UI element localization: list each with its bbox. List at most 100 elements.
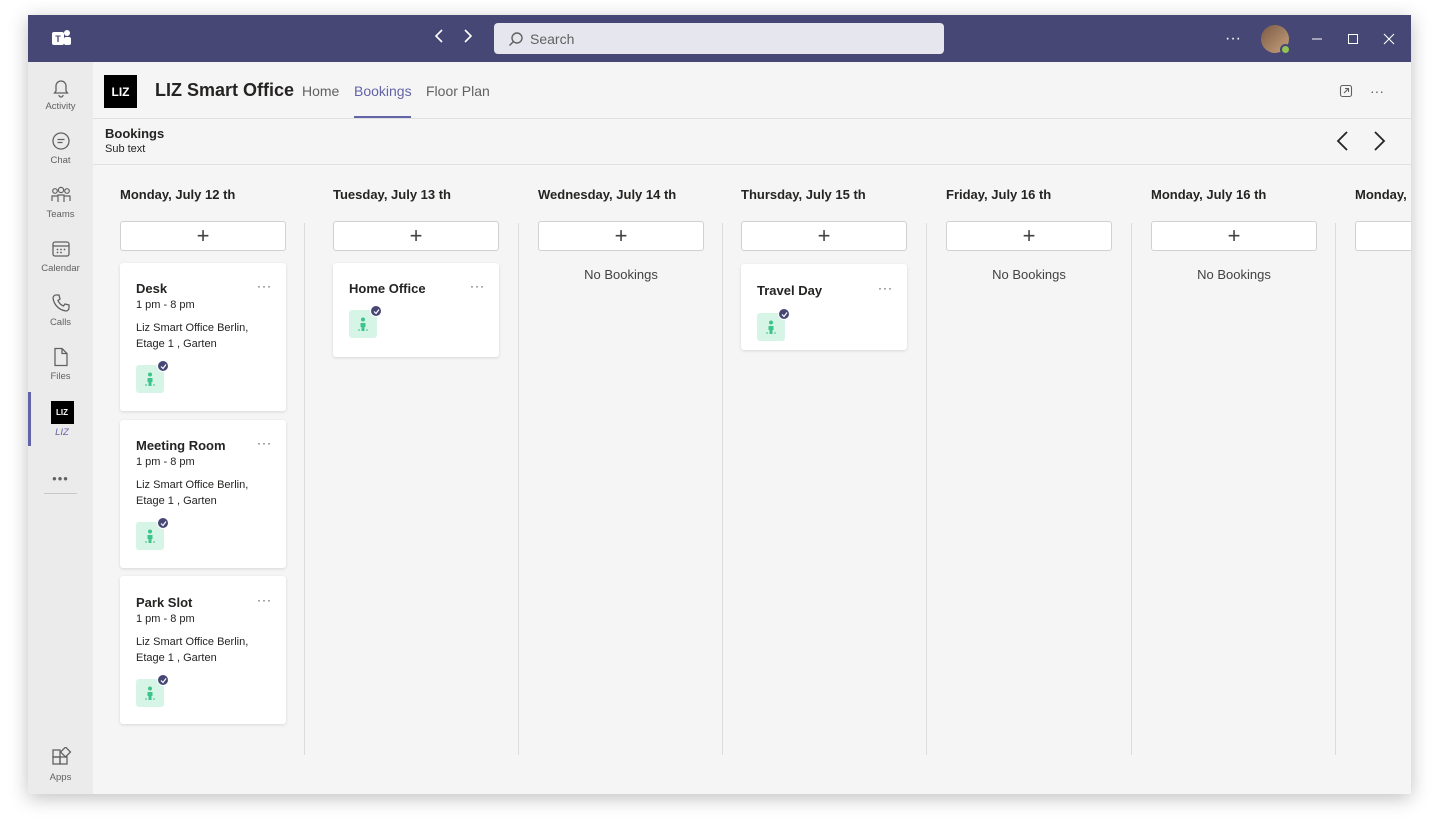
check-badge-icon — [157, 674, 169, 686]
rail-item-liz[interactable]: LIZ LIZ — [28, 392, 93, 446]
booking-title: Travel Day — [757, 283, 823, 298]
svg-text:T: T — [55, 34, 61, 44]
close-button[interactable] — [1371, 15, 1407, 62]
app-title: LIZ Smart Office — [155, 80, 295, 100]
liz-icon: LIZ — [50, 400, 74, 424]
booking-card-travel-day[interactable]: Travel Day ··· — [741, 264, 907, 350]
booking-time: 1 pm - 8 pm — [136, 613, 195, 625]
teams-window: T Search ··· Activity Chat Teams Calenda… — [28, 15, 1411, 794]
day-column: Monday, — [1355, 165, 1411, 794]
bookings-board: Monday, July 12 th + Desk ··· 1 pm - 8 p… — [93, 165, 1411, 794]
rail-item-chat[interactable]: Chat — [28, 121, 93, 175]
add-booking-button[interactable]: + — [946, 221, 1112, 251]
day-column: Friday, July 16 th + No Bookings — [946, 165, 1150, 794]
rail-label: LIZ — [55, 426, 69, 438]
day-title: Monday, July 16 th — [1151, 187, 1267, 202]
add-booking-button[interactable]: + — [1151, 221, 1317, 251]
header-more-button[interactable]: ··· — [1368, 82, 1386, 100]
no-bookings-text: No Bookings — [992, 267, 1066, 282]
booking-card-desk[interactable]: Desk ··· 1 pm - 8 pm Liz Smart Office Be… — [120, 263, 286, 411]
day-column: Monday, July 16 th + No Bookings — [1151, 165, 1355, 794]
column-divider — [926, 223, 927, 755]
calendar-icon — [51, 241, 70, 257]
column-divider — [304, 223, 305, 755]
person-icon — [145, 372, 155, 386]
rail-item-calendar[interactable]: Calendar — [28, 229, 93, 283]
booking-card-park-slot[interactable]: Park Slot ··· 1 pm - 8 pm Liz Smart Offi… — [120, 576, 286, 724]
minimize-button[interactable] — [1299, 15, 1335, 62]
add-booking-button[interactable]: + — [538, 221, 704, 251]
search-icon — [509, 31, 523, 46]
file-icon — [53, 347, 68, 367]
booking-more-button[interactable]: ··· — [257, 436, 272, 450]
rail-item-activity[interactable]: Activity — [28, 67, 93, 121]
booking-more-button[interactable]: ··· — [470, 279, 485, 293]
checked-in-status — [136, 517, 169, 550]
person-icon — [358, 317, 368, 331]
section-title: Bookings — [105, 126, 165, 141]
rail-item-files[interactable]: Files — [28, 337, 93, 391]
booking-title: Home Office — [349, 281, 426, 296]
booking-more-button[interactable]: ··· — [257, 593, 272, 607]
title-bar: T Search ··· — [28, 15, 1411, 62]
booking-time: 1 pm - 8 pm — [136, 456, 195, 468]
avatar[interactable] — [1261, 24, 1291, 55]
no-bookings-text: No Bookings — [1197, 267, 1271, 282]
booking-location: Liz Smart Office Berlin, Etage 1 , Garte… — [136, 479, 249, 507]
rail-label: Teams — [46, 209, 75, 220]
booking-more-button[interactable]: ··· — [878, 281, 893, 295]
booking-more-button[interactable]: ··· — [257, 279, 272, 293]
popout-icon[interactable] — [1337, 82, 1355, 100]
rail-item-teams[interactable]: Teams — [28, 175, 93, 229]
booking-title: Park Slot — [136, 595, 193, 610]
tab-home[interactable]: Home — [302, 83, 339, 99]
column-divider — [1131, 223, 1132, 755]
section-subtext: Sub text — [105, 143, 146, 155]
person-icon — [145, 686, 155, 700]
app-rail: Activity Chat Teams Calendar Calls Files… — [28, 62, 93, 794]
rail-item-apps[interactable]: Apps — [28, 738, 93, 792]
rail-label: Activity — [45, 101, 76, 112]
maximize-button[interactable] — [1335, 15, 1371, 62]
booking-location: Liz Smart Office Berlin, Etage 1 , Garte… — [136, 322, 249, 350]
tab-floor-plan[interactable]: Floor Plan — [426, 83, 490, 99]
chevron-left-icon — [1336, 131, 1348, 151]
checked-in-status — [136, 360, 169, 393]
checked-in-status — [757, 308, 790, 341]
search-input[interactable]: Search — [494, 23, 944, 54]
chevron-right-icon — [1374, 131, 1386, 151]
next-week-button[interactable] — [1367, 127, 1391, 155]
previous-week-button[interactable] — [1331, 127, 1355, 155]
title-bar-controls: ··· — [1215, 15, 1411, 62]
teams-logo-icon[interactable]: T — [50, 28, 72, 48]
day-title: Friday, July 16 th — [946, 187, 1052, 202]
add-booking-button[interactable]: + — [333, 221, 499, 251]
back-arrow-icon[interactable] — [429, 27, 449, 49]
check-badge-icon — [778, 308, 790, 320]
day-column: Wednesday, July 14 th + No Bookings — [538, 165, 742, 794]
day-column: Monday, July 12 th + Desk ··· 1 pm - 8 p… — [120, 165, 324, 794]
rail-label: Apps — [49, 772, 72, 783]
rail-item-calls[interactable]: Calls — [28, 283, 93, 337]
more-options-button[interactable]: ··· — [1215, 15, 1251, 62]
forward-arrow-icon[interactable] — [458, 27, 478, 49]
bell-icon — [52, 80, 69, 98]
search-placeholder: Search — [530, 30, 575, 47]
day-title: Monday, July 12 th — [120, 187, 236, 202]
add-booking-button[interactable]: + — [741, 221, 907, 251]
day-title: Monday, — [1355, 187, 1407, 202]
booking-location: Liz Smart Office Berlin, Etage 1 , Garte… — [136, 636, 249, 664]
booking-card-home-office[interactable]: Home Office ··· — [333, 263, 499, 357]
rail-more-apps-button[interactable]: ••• — [28, 451, 93, 505]
add-booking-button[interactable]: + — [120, 221, 286, 251]
person-icon — [145, 529, 155, 543]
day-title: Wednesday, July 14 th — [538, 187, 677, 202]
booking-card-meeting-room[interactable]: Meeting Room ··· 1 pm - 8 pm Liz Smart O… — [120, 420, 286, 568]
day-title: Thursday, July 15 th — [741, 187, 866, 202]
add-booking-button[interactable] — [1355, 221, 1411, 251]
booking-time: 1 pm - 8 pm — [136, 299, 195, 311]
rail-label: Files — [50, 371, 71, 382]
tab-bookings[interactable]: Bookings — [354, 83, 412, 99]
presence-indicator — [1280, 43, 1291, 55]
active-tab-indicator — [354, 116, 411, 118]
